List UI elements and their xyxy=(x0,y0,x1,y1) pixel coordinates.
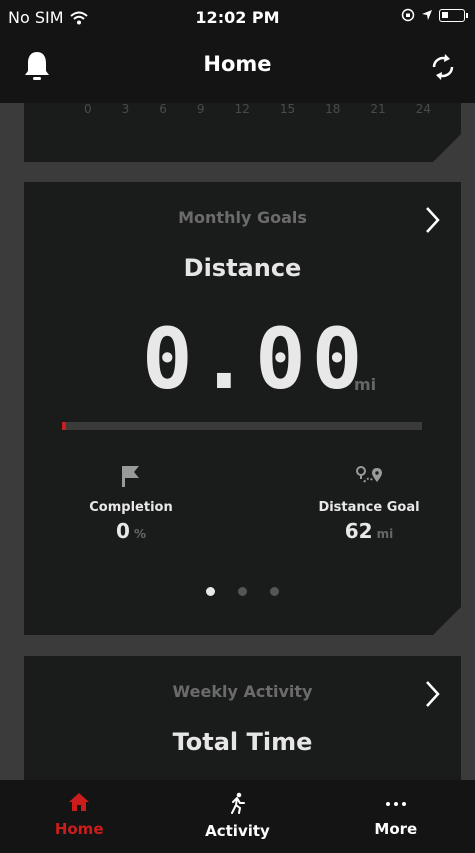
page-indicator[interactable] xyxy=(24,587,461,596)
axis-tick: 9 xyxy=(196,102,205,116)
card-subtitle: Monthly Goals xyxy=(178,208,307,227)
ellipsis-icon xyxy=(385,802,406,806)
top-bar: No SIM 12:02 PM Home xyxy=(0,0,475,103)
running-icon xyxy=(231,792,246,814)
monthly-goals-card[interactable]: Monthly Goals Distance 0.00 mi Completio… xyxy=(24,182,461,635)
axis-tick: 21 xyxy=(370,102,386,116)
completion-value-row: 0% xyxy=(76,519,186,543)
route-pins-icon xyxy=(354,464,384,488)
card-subtitle: Weekly Activity xyxy=(172,682,313,701)
tab-home[interactable]: Home xyxy=(0,780,158,853)
distance-unit: mi xyxy=(354,375,377,394)
axis-tick: 0 xyxy=(84,102,92,116)
distance-goal-stat: Distance Goal 62 mi xyxy=(299,464,439,543)
completion-value: 0 xyxy=(116,519,130,543)
tab-activity-label: Activity xyxy=(205,822,270,840)
location-icon xyxy=(422,10,432,20)
page-title: Home xyxy=(203,52,272,76)
progress-bar-fill xyxy=(62,422,66,430)
completion-stat: Completion 0% xyxy=(76,464,186,543)
completion-unit: % xyxy=(133,527,146,541)
completion-label: Completion xyxy=(89,500,173,515)
distance-goal-unit: mi xyxy=(376,527,394,541)
battery-icon xyxy=(439,8,468,22)
sync-button[interactable] xyxy=(429,52,457,86)
distance-goal-value: 62 xyxy=(344,519,373,543)
status-bar: No SIM 12:02 PM xyxy=(0,0,475,34)
chevron-right-icon xyxy=(426,681,440,707)
page-dot[interactable] xyxy=(238,587,247,596)
tab-more[interactable]: More xyxy=(317,780,475,853)
orientation-lock-icon xyxy=(401,8,415,22)
axis-tick: 18 xyxy=(325,102,341,116)
tab-bar: Home Activity More xyxy=(0,780,475,853)
goals-detail-button[interactable] xyxy=(425,206,441,238)
axis-tick: 24 xyxy=(415,102,431,116)
page-dot[interactable] xyxy=(206,587,215,596)
sync-icon xyxy=(432,54,454,80)
page-dot[interactable] xyxy=(270,587,279,596)
card-title: Total Time xyxy=(172,728,313,756)
axis-tick: 12 xyxy=(234,102,250,116)
axis-tick: 3 xyxy=(121,102,130,116)
tab-activity[interactable]: Activity xyxy=(158,780,316,853)
status-right xyxy=(401,8,468,22)
distance-goal-value-row: 62 mi xyxy=(299,519,439,543)
axis-tick: 15 xyxy=(279,102,296,116)
chart-x-axis: 0 3 6 9 12 15 18 21 24 xyxy=(84,102,431,116)
tab-home-label: Home xyxy=(54,820,104,838)
distance-value: 0.00 xyxy=(142,310,369,408)
chevron-right-icon xyxy=(425,206,441,234)
distance-goal-label: Distance Goal xyxy=(318,500,420,515)
progress-bar xyxy=(62,422,422,430)
card-title: Distance xyxy=(183,254,302,282)
weekly-detail-button[interactable] xyxy=(425,680,441,712)
home-icon xyxy=(69,793,90,811)
axis-tick: 6 xyxy=(159,102,167,116)
flag-icon xyxy=(120,464,142,488)
tab-more-label: More xyxy=(374,820,418,838)
